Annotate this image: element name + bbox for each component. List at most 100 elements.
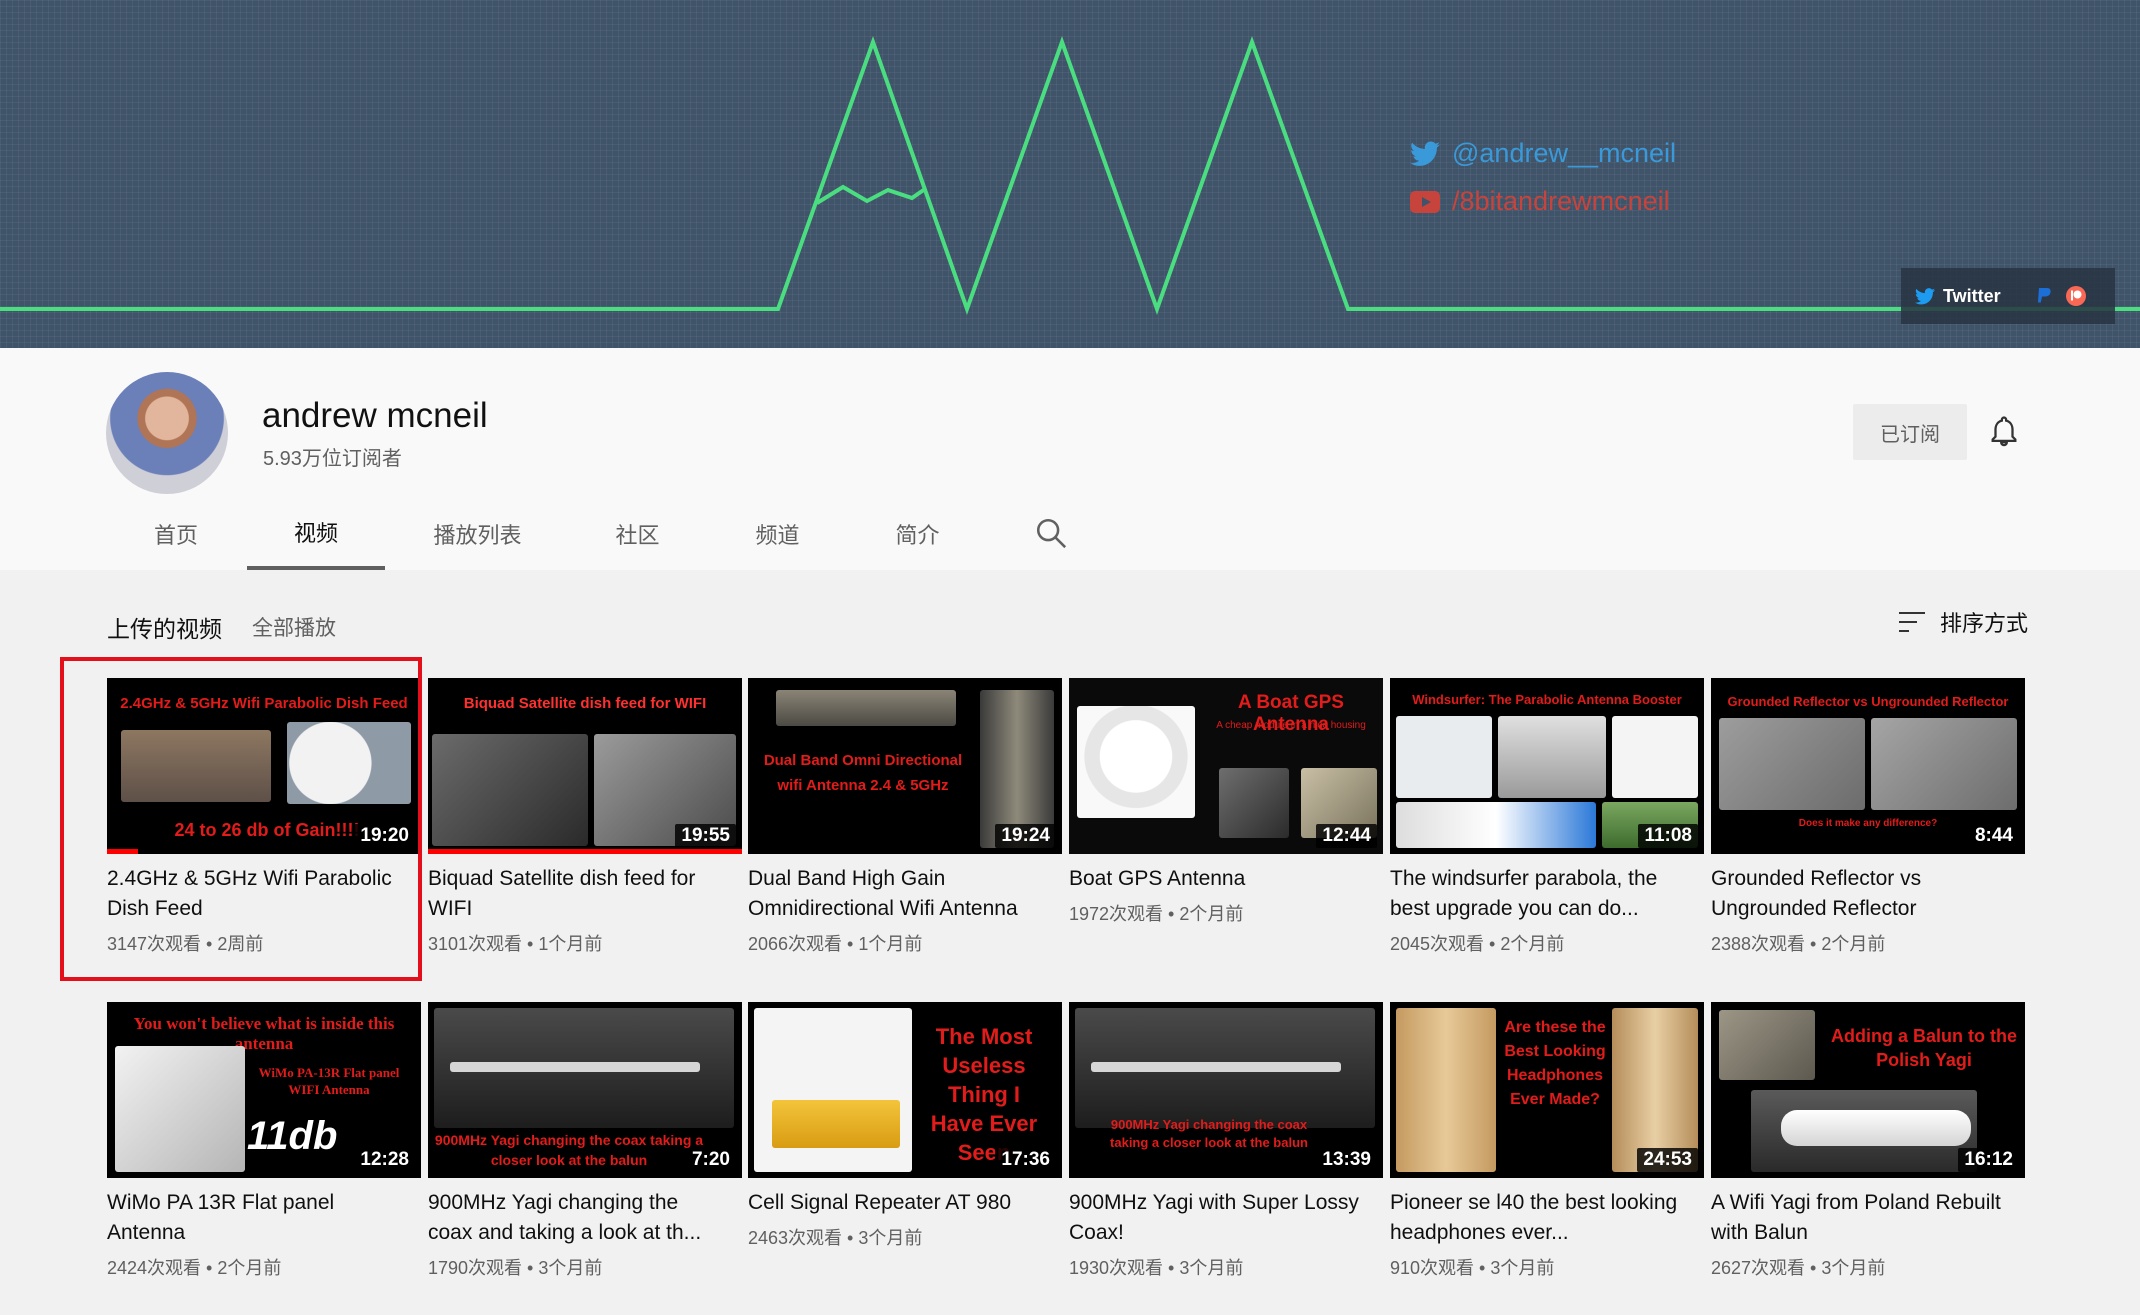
thumbnail-image [776,690,956,726]
tab-about[interactable]: 简介 [865,498,970,570]
thumbnail-caption: Adding a Balun to the Polish Yagi [1831,1026,2017,1070]
notification-bell-icon[interactable] [1987,414,2021,448]
video-title[interactable]: Boat GPS Antenna [1069,864,1369,894]
thumbnail-image [1091,1062,1341,1072]
video-card[interactable]: You won't believe what is inside this an… [107,1002,421,1280]
video-title[interactable]: The windsurfer parabola, the best upgrad… [1390,864,1690,924]
channel-search-icon[interactable] [1034,516,1068,550]
banner-twitter-button[interactable]: Twitter [1915,286,2001,307]
tab-channels[interactable]: 频道 [725,498,830,570]
play-all-link[interactable]: 全部播放 [252,612,336,642]
video-title[interactable]: Grounded Reflector vs Ungrounded Reflect… [1711,864,2011,924]
video-meta: 2066次观看 • 1个月前 [748,934,923,954]
video-meta: 2424次观看 • 2个月前 [107,1258,282,1278]
sort-button[interactable]: 排序方式 [1898,606,2028,638]
youtube-handle-text: /8bitandrewmcneil [1452,186,1670,216]
twitter-bird-icon [1410,141,1440,166]
video-meta: 3147次观看 • 2周前 [107,934,264,954]
video-thumbnail[interactable]: 2.4GHz & 5GHz Wifi Parabolic Dish Feed 2… [107,678,421,854]
thumbnail-image [1077,706,1195,818]
thumbnail-image [115,1046,245,1172]
video-card[interactable]: The Most Useless Thing I Have Ever Seen … [748,1002,1062,1250]
video-duration: 19:55 [675,824,736,848]
thumbnail-image [287,722,411,804]
video-thumbnail[interactable]: Adding a Balun to the Polish Yagi 16:12 [1711,1002,2025,1178]
video-thumbnail[interactable]: Windsurfer: The Parabolic Antenna Booste… [1390,678,1704,854]
thumbnail-caption: Are these the Best Looking Headphones Ev… [1504,1019,1606,1108]
banner-youtube-link[interactable]: /8bitandrewmcneil [1410,186,1670,217]
video-card[interactable]: A Boat GPS Antenna A cheap module in a n… [1069,678,1383,926]
video-thumbnail[interactable]: You won't believe what is inside this an… [107,1002,421,1178]
watch-progress-bar [107,849,139,854]
thumbnail-caption: A cheap module in a nice housing [1216,720,1366,731]
video-thumbnail[interactable]: 900MHz Yagi changing the coax taking a c… [1069,1002,1383,1178]
channel-banner: @andrew__mcneil /8bitandrewmcneil Twitte… [0,0,2140,348]
thumbnail-caption: 11db [247,1114,338,1158]
section-title: 上传的视频 [107,616,222,642]
watch-progress-bar [428,849,742,854]
tab-playlists[interactable]: 播放列表 [410,498,545,570]
video-card[interactable]: 2.4GHz & 5GHz Wifi Parabolic Dish Feed 2… [107,678,421,956]
video-card[interactable]: Are these the Best Looking Headphones Ev… [1390,1002,1704,1280]
tab-community[interactable]: 社区 [585,498,690,570]
video-meta: 2627次观看 • 3个月前 [1711,1258,1886,1278]
thumbnail-image [1781,1110,1971,1146]
thumbnail-image [121,730,271,802]
subscribed-button[interactable]: 已订阅 [1853,404,1967,460]
tab-home[interactable]: 首页 [130,498,222,570]
video-thumbnail[interactable]: Biquad Satellite dish feed for WIFI 19:5… [428,678,742,854]
paypal-icon[interactable] [2033,285,2055,307]
banner-twitter-link[interactable]: @andrew__mcneil [1410,138,1676,169]
video-title[interactable]: Dual Band High Gain Omnidirectional Wifi… [748,864,1048,924]
video-title[interactable]: Biquad Satellite dish feed for WIFI [428,864,728,924]
video-card[interactable]: Adding a Balun to the Polish Yagi 16:12 … [1711,1002,2025,1280]
thumbnail-image [1871,718,2017,810]
video-card[interactable]: 900MHz Yagi changing the coax taking a c… [1069,1002,1383,1280]
video-duration: 12:28 [354,1148,415,1172]
channel-avatar[interactable] [106,372,228,494]
video-thumbnail[interactable]: Are these the Best Looking Headphones Ev… [1390,1002,1704,1178]
video-thumbnail[interactable]: Dual Band Omni Directional wifi Antenna … [748,678,1062,854]
video-meta: 910次观看 • 3个月前 [1390,1258,1555,1278]
video-title[interactable]: A Wifi Yagi from Poland Rebuilt with Bal… [1711,1188,2011,1248]
video-card[interactable]: Windsurfer: The Parabolic Antenna Booste… [1390,678,1704,956]
subscriber-count: 5.93万位订阅者 [263,448,402,470]
video-thumbnail[interactable]: A Boat GPS Antenna A cheap module in a n… [1069,678,1383,854]
video-title[interactable]: Pioneer se l40 the best looking headphon… [1390,1188,1690,1248]
video-card[interactable]: Biquad Satellite dish feed for WIFI 19:5… [428,678,742,956]
video-meta: 2388次观看 • 2个月前 [1711,934,1886,954]
thumbnail-caption: Dual Band Omni Directional wifi Antenna … [763,752,963,794]
video-title[interactable]: 900MHz Yagi changing the coax and taking… [428,1188,728,1248]
thumbnail-image [1396,716,1492,798]
thumbnail-image [772,1100,900,1148]
twitter-button-label: Twitter [1943,285,2001,306]
video-title[interactable]: 2.4GHz & 5GHz Wifi Parabolic Dish Feed [107,864,407,924]
video-meta: 1972次观看 • 2个月前 [1069,904,1244,924]
thumbnail-caption: 2.4GHz & 5GHz Wifi Parabolic Dish Feed [120,695,408,712]
tab-videos[interactable]: 视频 [247,498,385,570]
youtube-logo-icon [1410,190,1440,213]
video-thumbnail[interactable]: The Most Useless Thing I Have Ever Seen … [748,1002,1062,1178]
video-card[interactable]: Grounded Reflector vs Ungrounded Reflect… [1711,678,2025,956]
video-title[interactable]: WiMo PA 13R Flat panel Antenna [107,1188,407,1248]
banner-links-bar: Twitter [1901,268,2115,324]
thumbnail-image [432,734,588,846]
video-thumbnail[interactable]: Grounded Reflector vs Ungrounded Reflect… [1711,678,2025,854]
video-meta: 2463次观看 • 3个月前 [748,1228,923,1248]
video-duration: 8:44 [1968,824,2019,848]
video-duration: 13:39 [1316,1148,1377,1172]
video-card[interactable]: Dual Band Omni Directional wifi Antenna … [748,678,1062,956]
thumbnail-caption: 900MHz Yagi changing the coax taking a c… [434,1132,704,1168]
thumbnail-image [1219,768,1289,838]
video-title[interactable]: Cell Signal Repeater AT 980 [748,1188,1048,1218]
thumbnail-image [1498,716,1606,798]
video-meta: 3101次观看 • 1个月前 [428,934,603,954]
video-thumbnail[interactable]: 900MHz Yagi changing the coax taking a c… [428,1002,742,1178]
video-title[interactable]: 900MHz Yagi with Super Lossy Coax! [1069,1188,1369,1248]
video-card[interactable]: 900MHz Yagi changing the coax taking a c… [428,1002,742,1280]
thumbnail-caption: The Most Useless Thing I Have Ever Seen [930,1024,1038,1165]
patreon-icon[interactable] [2065,285,2087,307]
thumbnail-caption: Grounded Reflector vs Ungrounded Reflect… [1727,694,2009,709]
channel-name[interactable]: andrew mcneil [262,396,488,436]
sort-icon [1899,612,1925,632]
